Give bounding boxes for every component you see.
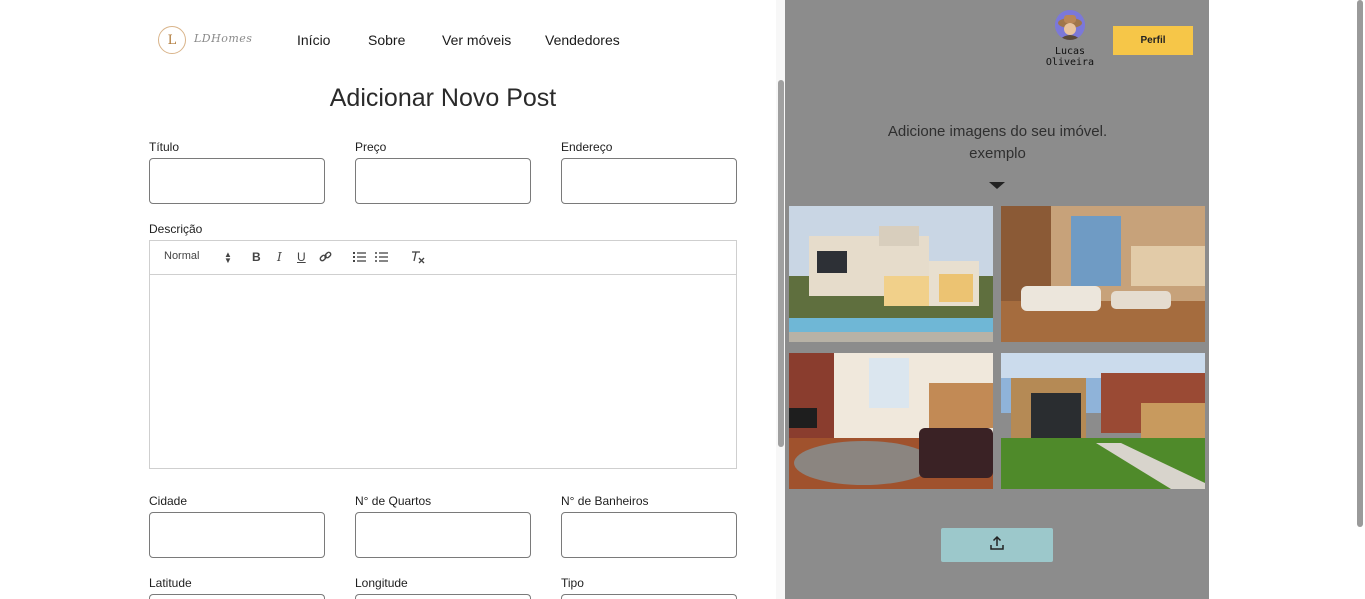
endereco-label: Endereço — [561, 140, 613, 154]
user-name: Lucas Oliveira — [1036, 46, 1104, 68]
brand-name[interactable]: LDHomes — [194, 32, 252, 45]
caret-down-icon — [989, 182, 1005, 189]
titulo-label: Título — [149, 140, 180, 154]
example-photo-exterior — [789, 206, 993, 342]
clear-format-icon[interactable] — [411, 250, 425, 267]
form-scrollbar-thumb[interactable] — [778, 80, 784, 447]
example-photo-family-room — [789, 353, 993, 489]
latitude-input[interactable] — [149, 594, 325, 599]
nav-link-sobre[interactable]: Sobre — [368, 32, 405, 48]
descricao-label: Descrição — [149, 222, 203, 236]
bold-button[interactable]: B — [252, 250, 261, 264]
nav-link-vendedores[interactable]: Vendedores — [545, 32, 620, 48]
user-first-name: Lucas — [1054, 46, 1086, 57]
example-photo-living-room — [1001, 206, 1205, 342]
upload-icon — [989, 535, 1005, 556]
page-title: Adicionar Novo Post — [329, 84, 557, 112]
description-editor: Normal ▲ ▼ B I U — [149, 240, 737, 469]
upload-hint-line2: exemplo — [969, 145, 1026, 162]
avatar-icon[interactable] — [1055, 10, 1085, 40]
cidade-label: Cidade — [149, 494, 188, 508]
longitude-label: Longitude — [355, 576, 408, 590]
logo[interactable]: L — [158, 26, 186, 54]
logo-letter: L — [167, 32, 177, 48]
ordered-list-icon[interactable] — [353, 251, 366, 266]
user-last-name: Oliveira — [1045, 57, 1095, 68]
tipo-input[interactable] — [561, 594, 737, 599]
upload-hint-line1: Adicione imagens do seu imóvel. — [887, 123, 1108, 140]
example-photo-garden — [1001, 353, 1205, 489]
heading-select[interactable]: Normal — [164, 250, 199, 262]
preco-label: Preço — [355, 140, 387, 154]
profile-button[interactable]: Perfil — [1113, 26, 1193, 55]
editor-toolbar: Normal ▲ ▼ B I U — [150, 241, 736, 275]
endereco-input[interactable] — [561, 158, 737, 204]
quartos-input[interactable] — [355, 512, 531, 558]
italic-button[interactable]: I — [277, 250, 282, 264]
bullet-list-icon[interactable] — [375, 251, 388, 266]
underline-button[interactable]: U — [297, 250, 306, 264]
nav-link-ver-moveis[interactable]: Ver móveis — [442, 32, 511, 48]
banheiros-label: N° de Banheiros — [561, 494, 649, 508]
quartos-label: N° de Quartos — [355, 494, 432, 508]
titulo-input[interactable] — [149, 158, 325, 204]
nav-link-inicio[interactable]: Início — [297, 32, 330, 48]
longitude-input[interactable] — [355, 594, 531, 599]
upload-button[interactable] — [941, 528, 1053, 562]
preco-input[interactable] — [355, 158, 531, 204]
latitude-label: Latitude — [149, 576, 192, 590]
upload-hint: Adicione imagens do seu imóvel. exemplo — [860, 121, 1135, 165]
page-scrollbar-thumb[interactable] — [1357, 0, 1363, 527]
link-icon[interactable] — [319, 250, 332, 266]
cidade-input[interactable] — [149, 512, 325, 558]
select-arrows-icon: ▲ ▼ — [224, 250, 232, 265]
tipo-label: Tipo — [561, 576, 584, 590]
banheiros-input[interactable] — [561, 512, 737, 558]
